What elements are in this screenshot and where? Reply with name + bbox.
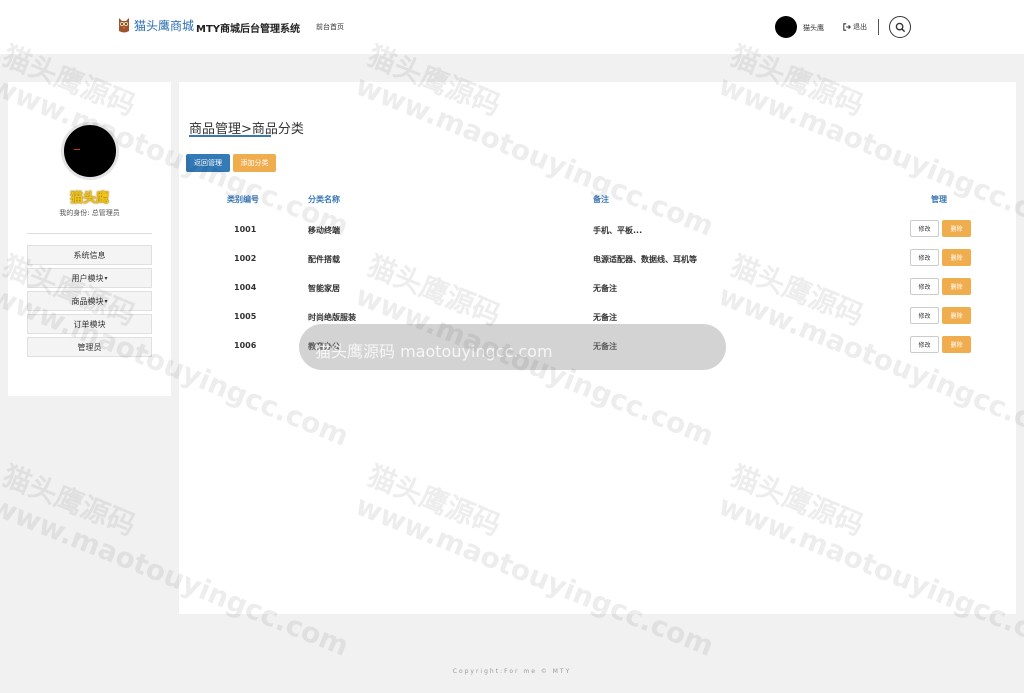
header-avatar[interactable] [775,16,797,38]
top-header: 猫头鹰商城 MTY商城后台管理系统 前台首页 猫头鹰 退出 [0,0,1024,54]
table-row: 1004 智能家居 无备注 修改 删除 [179,273,1016,302]
sidebar-item-order-module[interactable]: 订单模块 [27,314,152,334]
delete-button[interactable]: 删除 [942,278,971,295]
sidebar: 猫头鹰 我的身份: 总管理员 系统信息 用户模块 ▾ 商品模块 ▾ 订单模块 管… [8,82,171,396]
cell-name: 移动终端 [308,226,340,235]
sidebar-item-label: 订单模块 [73,319,106,329]
watermark-banner-text: 猫头鹰源码 maotouyingcc.com [315,342,553,361]
edit-button[interactable]: 修改 [910,278,939,295]
cell-note: 手机、平板... [593,226,643,235]
sidebar-divider [27,233,152,234]
sidebar-item-label: 商品模块 [71,296,104,306]
profile-role: 我的身份: 总管理员 [59,209,120,217]
sidebar-item-label: 用户模块 [71,273,104,283]
owl-logo-icon [119,18,129,33]
cell-id: 1001 [234,225,257,234]
cell-note: 无备注 [593,313,617,322]
delete-button[interactable]: 删除 [942,220,971,237]
logout-label: 退出 [853,23,867,31]
sidebar-menu: 系统信息 用户模块 ▾ 商品模块 ▾ 订单模块 管理员 [27,245,152,360]
column-header-id: 类别编号 [227,195,259,204]
cell-name: 时尚绝版服装 [308,313,356,322]
back-to-manage-button[interactable]: 返回管理 [186,154,230,172]
sidebar-item-label: 系统信息 [73,250,106,260]
add-category-button[interactable]: 添加分类 [233,154,276,172]
cell-id: 1002 [234,254,257,263]
cell-note: 电源适配器、数据线、耳机等 [593,255,697,264]
cell-note: 无备注 [593,284,617,293]
profile-name: 猫头鹰 [69,191,109,206]
edit-button[interactable]: 修改 [910,336,939,353]
cell-name: 配件搭载 [308,255,340,264]
system-title: MTY商城后台管理系统 [196,24,301,35]
cell-name: 智能家居 [308,284,340,293]
logout-link[interactable]: 退出 [843,22,867,32]
cell-id: 1004 [234,283,257,292]
cell-id: 1005 [234,312,257,321]
profile-avatar [61,122,119,180]
column-header-note: 备注 [593,195,609,204]
caret-down-icon: ▾ [104,274,108,282]
breadcrumb-underline [189,135,271,137]
delete-button[interactable]: 删除 [942,249,971,266]
sign-out-icon [843,23,851,31]
sidebar-item-label: 管理员 [77,342,102,352]
column-header-name: 分类名称 [308,195,340,204]
sidebar-item-admin[interactable]: 管理员 [27,337,152,357]
search-button[interactable] [889,16,911,38]
edit-button[interactable]: 修改 [910,307,939,324]
search-icon [895,22,905,32]
table-row: 1002 配件搭载 电源适配器、数据线、耳机等 修改 删除 [179,244,1016,273]
sidebar-item-user-module[interactable]: 用户模块 ▾ [27,268,152,288]
header-divider [878,19,879,35]
delete-button[interactable]: 删除 [942,336,971,353]
page-root: 猫头鹰商城 MTY商城后台管理系统 前台首页 猫头鹰 退出 猫头鹰 我的身份: … [0,0,1024,693]
table-row: 1001 移动终端 手机、平板... 修改 删除 [179,215,1016,244]
cell-id: 1006 [234,341,257,350]
caret-down-icon: ▾ [104,297,108,305]
edit-button[interactable]: 修改 [910,220,939,237]
brand[interactable]: 猫头鹰商城 [117,16,194,34]
delete-button[interactable]: 删除 [942,307,971,324]
edit-button[interactable]: 修改 [910,249,939,266]
brand-name: 猫头鹰商城 [134,18,195,33]
home-link[interactable]: 前台首页 [316,22,344,32]
footer-copyright: Copyright:For me © MTY [452,668,572,675]
header-username[interactable]: 猫头鹰 [803,23,824,33]
sidebar-item-system-info[interactable]: 系统信息 [27,245,152,265]
column-header-actions: 管理 [931,195,947,204]
sidebar-item-product-module[interactable]: 商品模块 ▾ [27,291,152,311]
